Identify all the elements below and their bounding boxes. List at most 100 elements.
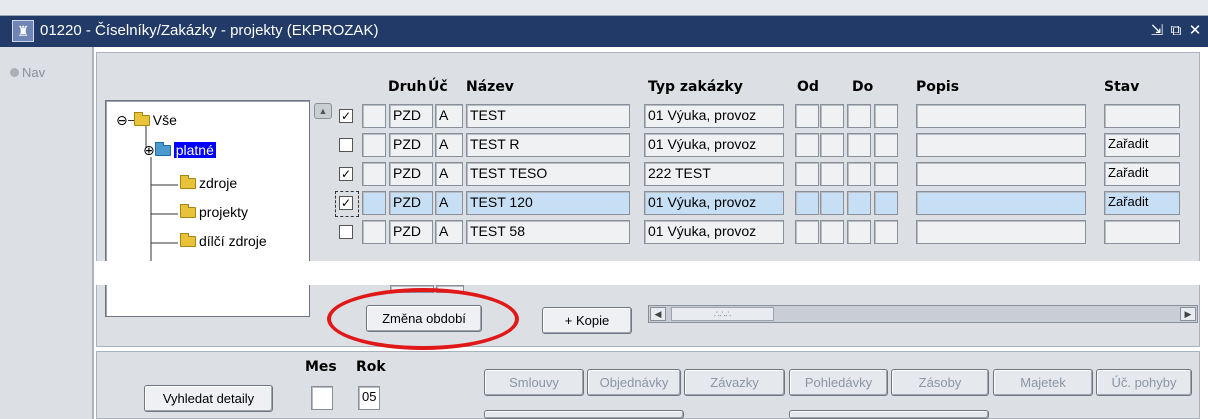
restore-icon[interactable]: ⧉ — [1167, 21, 1185, 41]
cell-stav[interactable]: Zařadit — [1104, 191, 1180, 215]
row-selector[interactable] — [362, 220, 386, 244]
collapse-icon[interactable]: ⊖ — [116, 112, 128, 128]
cell-uc[interactable]: A — [435, 133, 463, 157]
cell-date[interactable] — [847, 191, 871, 215]
row-checkbox[interactable]: ✓ — [339, 167, 353, 181]
cell-date[interactable] — [874, 220, 898, 244]
scroll-up-arrow[interactable]: ▲ — [314, 103, 332, 119]
tree-node-label: zdroje — [199, 175, 238, 191]
cell-date[interactable] — [795, 104, 819, 128]
cell-druh[interactable]: PZD — [389, 220, 433, 244]
tree-node-zdroje[interactable]: zdroje — [180, 175, 237, 191]
cell-date[interactable] — [847, 104, 871, 128]
cell-typ[interactable]: 01 Výuka, provoz — [644, 104, 784, 128]
detail-button[interactable]: Smlouvy — [484, 369, 584, 396]
kopie-button[interactable]: + Kopie — [542, 307, 632, 334]
tree-node-label: projekty — [199, 204, 249, 220]
cell-date[interactable] — [795, 162, 819, 186]
scroll-left-arrow[interactable]: ◀ — [650, 307, 666, 321]
left-nav-panel: Nav — [0, 47, 94, 419]
scroll-right-arrow[interactable]: ▶ — [1180, 307, 1196, 321]
cell-popis[interactable] — [916, 133, 1086, 157]
cell-stav[interactable]: Zařadit — [1104, 162, 1180, 186]
cell-uc[interactable]: A — [435, 220, 463, 244]
scroll-thumb[interactable]: ∴∴∴ — [671, 307, 774, 321]
rok-label: Rok — [356, 359, 386, 375]
cell-uc[interactable]: A — [435, 162, 463, 186]
cell-typ[interactable]: 222 TEST — [644, 162, 784, 186]
cell-stav[interactable] — [1104, 104, 1180, 128]
cell-druh[interactable]: PZD — [389, 162, 433, 186]
cell-stav[interactable]: Zařadit — [1104, 133, 1180, 157]
cell-nazev[interactable]: TEST — [466, 104, 630, 128]
cell-uc[interactable]: A — [435, 104, 463, 128]
mes-label: Mes — [305, 359, 337, 375]
tree-node-root[interactable]: ⊖ Vše — [116, 112, 177, 129]
detail-button-partial[interactable] — [789, 410, 989, 419]
row-checkbox[interactable] — [339, 138, 353, 152]
cell-date[interactable] — [795, 133, 819, 157]
vyhledat-detaily-button[interactable]: Vyhledat detaily — [144, 385, 273, 412]
tree-node-dilci-zdroje[interactable]: dílčí zdroje — [180, 233, 267, 249]
horizontal-scrollbar[interactable]: ◀ ∴∴∴ ▶ — [648, 305, 1198, 323]
mes-field[interactable] — [311, 386, 333, 410]
detail-button[interactable]: Úč. pohyby — [1096, 369, 1192, 396]
cell-date[interactable] — [847, 162, 871, 186]
detail-button[interactable]: Závazky — [684, 369, 785, 396]
minimize-icon[interactable]: ⇲ — [1148, 21, 1166, 41]
cell-popis[interactable] — [916, 191, 1086, 215]
row-selector[interactable] — [362, 162, 386, 186]
tree-node-projekty[interactable]: projekty — [180, 204, 248, 220]
detail-button-partial[interactable] — [484, 410, 684, 419]
cell-popis[interactable] — [916, 162, 1086, 186]
tree-node-platne[interactable]: ⊕ platné — [143, 142, 216, 159]
row-selector[interactable] — [362, 133, 386, 157]
collapse-icon[interactable]: ⊕ — [143, 142, 155, 158]
cell-nazev[interactable]: TEST 120 — [466, 191, 630, 215]
cell-popis[interactable] — [916, 104, 1086, 128]
cell-nazev[interactable]: TEST 58 — [466, 220, 630, 244]
cell-nazev[interactable]: TEST R — [466, 133, 630, 157]
cell-date[interactable] — [874, 191, 898, 215]
cell-date[interactable] — [795, 191, 819, 215]
rok-field[interactable]: 05 — [358, 386, 380, 410]
column-header-typ: Typ zakázky — [648, 79, 743, 95]
cell-typ[interactable]: 01 Výuka, provoz — [644, 191, 784, 215]
cell-date[interactable] — [820, 133, 844, 157]
row-selector[interactable] — [362, 104, 386, 128]
detail-button[interactable]: Objednávky — [587, 369, 681, 396]
cell-stav[interactable] — [1104, 220, 1180, 244]
cell-typ[interactable]: 01 Výuka, provoz — [644, 220, 784, 244]
tree-node-label: dílčí zdroje — [199, 233, 267, 249]
cell-druh[interactable]: PZD — [389, 191, 433, 215]
cell-date[interactable] — [847, 133, 871, 157]
cell-date[interactable] — [795, 220, 819, 244]
cell-uc[interactable]: A — [435, 191, 463, 215]
nav-label: Nav — [22, 65, 46, 80]
folder-icon — [180, 233, 196, 247]
window-titlebar: ♜ 01220 - Číselníky/Zakázky - projekty (… — [0, 16, 1208, 47]
cell-date[interactable] — [874, 104, 898, 128]
cell-nazev[interactable]: TEST TESO — [466, 162, 630, 186]
cell-date[interactable] — [820, 220, 844, 244]
close-icon[interactable]: ✕ — [1186, 21, 1204, 41]
nav-radio[interactable]: Nav — [10, 65, 45, 80]
cell-druh[interactable]: PZD — [389, 133, 433, 157]
cell-date[interactable] — [874, 133, 898, 157]
cell-date[interactable] — [820, 191, 844, 215]
cell-date[interactable] — [874, 162, 898, 186]
detail-button[interactable]: Zásoby — [891, 369, 989, 396]
column-header-uc: Úč — [428, 79, 448, 95]
tree-node-label: platné — [173, 142, 216, 158]
cell-druh[interactable]: PZD — [389, 104, 433, 128]
detail-button[interactable]: Majetek — [993, 369, 1093, 396]
row-checkbox[interactable]: ✓ — [339, 109, 353, 123]
detail-button[interactable]: Pohledávky — [789, 369, 888, 396]
cell-date[interactable] — [820, 104, 844, 128]
cell-date[interactable] — [820, 162, 844, 186]
cell-typ[interactable]: 01 Výuka, provoz — [644, 133, 784, 157]
row-checkbox[interactable] — [339, 225, 353, 239]
cell-date[interactable] — [847, 220, 871, 244]
cell-popis[interactable] — [916, 220, 1086, 244]
row-selector[interactable] — [362, 191, 386, 215]
